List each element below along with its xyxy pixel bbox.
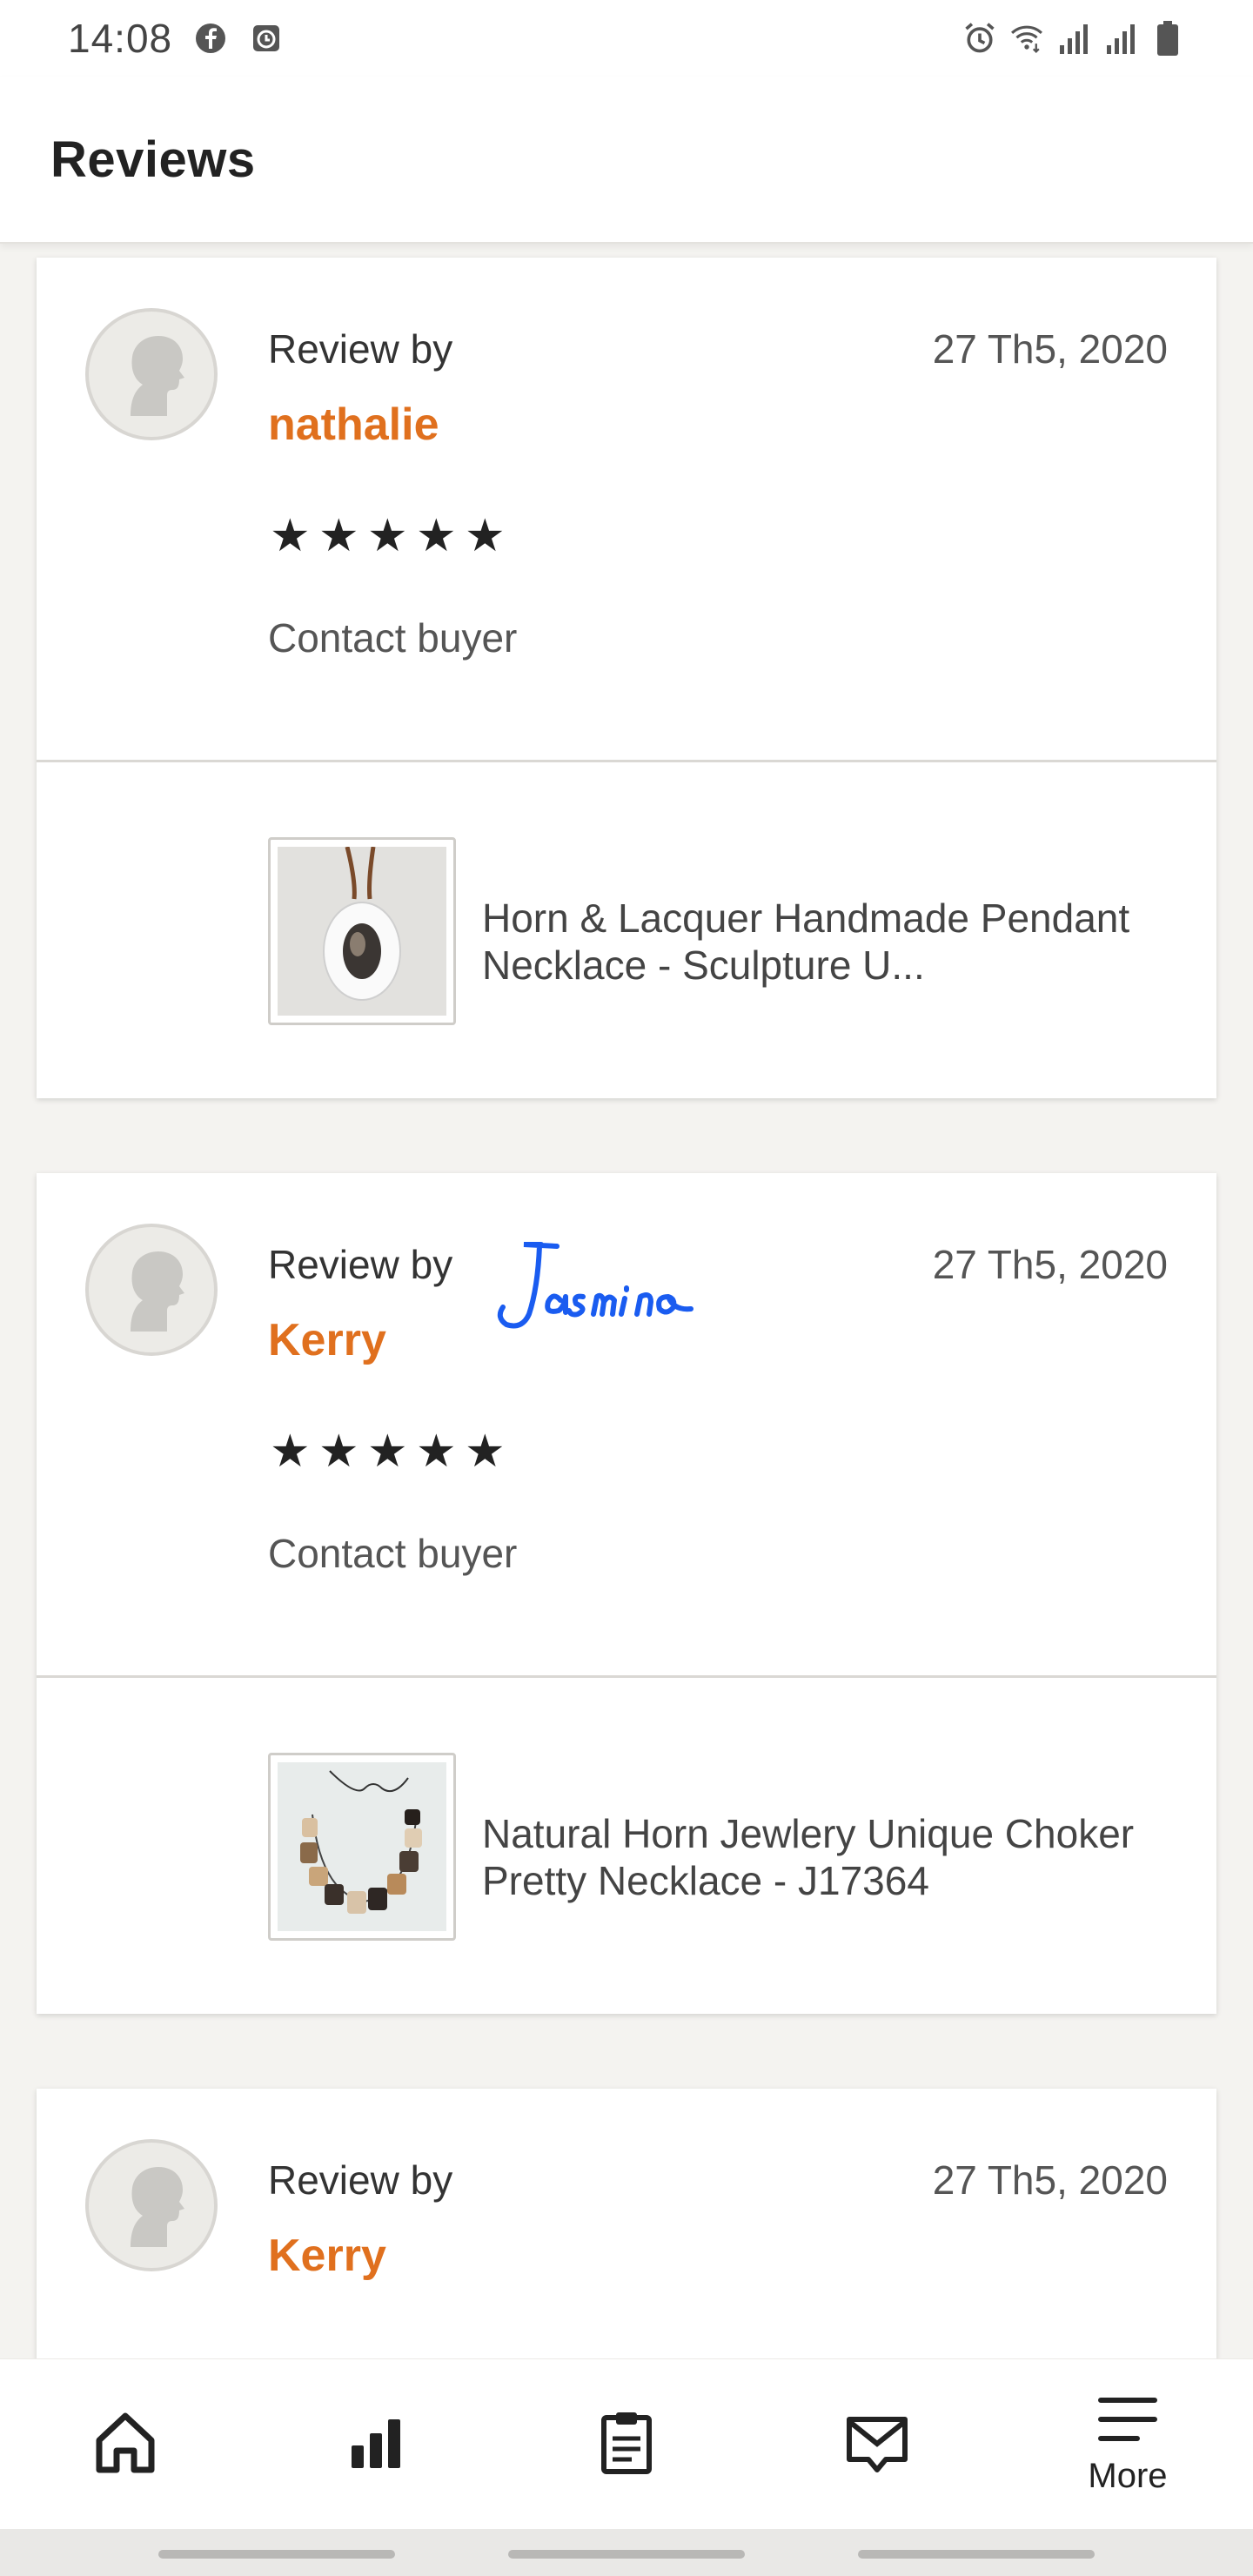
avatar[interactable] <box>85 1224 218 1356</box>
star-icon: ★ <box>318 1426 359 1477</box>
menu-icon <box>1097 2393 1158 2450</box>
signal-2-icon <box>1103 21 1138 56</box>
reviewed-product[interactable]: Horn & Lacquer Handmade Pendant Necklace… <box>37 762 1216 1098</box>
review-by-label: Review by <box>268 326 453 372</box>
reviewed-product[interactable]: Natural Horn Jewlery Unique Choker Prett… <box>37 1678 1216 2014</box>
product-thumbnail[interactable] <box>268 1753 456 1941</box>
star-icon: ★ <box>416 511 457 561</box>
reviewer-name[interactable]: Kerry <box>268 1314 386 1366</box>
reviews-list[interactable]: Review by nathalie 27 Th5, 2020 ★ ★ ★ ★ … <box>0 245 1253 2360</box>
facebook-icon <box>193 21 228 56</box>
review-date: 27 Th5, 2020 <box>932 2157 1168 2203</box>
bottom-navigation: More <box>0 2358 1253 2529</box>
product-title[interactable]: Natural Horn Jewlery Unique Choker Prett… <box>482 1810 1169 1904</box>
star-icon: ★ <box>465 511 506 561</box>
nav-stats[interactable] <box>289 2359 463 2530</box>
avatar[interactable] <box>85 308 218 440</box>
review-header: Review by Kerry 27 Th5, 2020 <box>37 2089 1216 2360</box>
review-card: Review by nathalie 27 Th5, 2020 ★ ★ ★ ★ … <box>37 258 1216 1098</box>
reviewer-name[interactable]: Kerry <box>268 2230 386 2282</box>
avatar[interactable] <box>85 2139 218 2271</box>
review-header: Review by Kerry 27 Th5, 2020 ★ ★ ★ ★ ★ C… <box>37 1173 1216 1678</box>
reviewer-name[interactable]: nathalie <box>268 399 439 451</box>
star-icon: ★ <box>416 1426 457 1477</box>
review-card: Review by Kerry 27 Th5, 2020 <box>37 2089 1216 2360</box>
battery-icon <box>1150 21 1185 56</box>
nav-more-label: More <box>1088 2456 1168 2495</box>
gesture-pill-right[interactable] <box>858 2550 1095 2559</box>
contact-buyer-link[interactable]: Contact buyer <box>268 614 517 661</box>
stats-icon <box>341 2407 411 2481</box>
status-bar: 14:08 <box>0 0 1253 77</box>
star-icon: ★ <box>270 511 311 561</box>
gesture-pill-center[interactable] <box>508 2550 745 2559</box>
nav-orders[interactable] <box>539 2359 714 2530</box>
app-header: Reviews <box>0 77 1253 244</box>
review-date: 27 Th5, 2020 <box>932 1242 1168 1287</box>
page-title: Reviews <box>50 131 256 188</box>
signal-1-icon <box>1056 21 1091 56</box>
gesture-pill-left[interactable] <box>158 2550 395 2559</box>
review-by-label: Review by <box>268 2157 453 2203</box>
star-icon: ★ <box>367 1426 408 1477</box>
star-rating: ★ ★ ★ ★ ★ <box>270 510 506 562</box>
status-time: 14:08 <box>68 16 173 61</box>
review-card: Review by Kerry 27 Th5, 2020 ★ ★ ★ ★ ★ C… <box>37 1173 1216 2014</box>
star-icon: ★ <box>465 1426 506 1477</box>
star-icon: ★ <box>367 511 408 561</box>
orders-clipboard-icon <box>592 2407 661 2481</box>
review-header: Review by nathalie 27 Th5, 2020 ★ ★ ★ ★ … <box>37 258 1216 762</box>
product-title[interactable]: Horn & Lacquer Handmade Pendant Necklace… <box>482 895 1169 989</box>
nav-home[interactable] <box>38 2359 212 2530</box>
nav-messages[interactable] <box>790 2359 964 2530</box>
home-icon <box>90 2407 160 2481</box>
review-by-label: Review by <box>268 1242 453 1287</box>
messages-icon <box>842 2407 912 2481</box>
star-rating: ★ ★ ★ ★ ★ <box>270 1426 506 1478</box>
alarm-icon <box>962 21 997 56</box>
star-icon: ★ <box>270 1426 311 1477</box>
contact-buyer-link[interactable]: Contact buyer <box>268 1530 517 1577</box>
signature-overlay <box>489 1227 837 1349</box>
product-thumbnail[interactable] <box>268 837 456 1025</box>
star-icon: ★ <box>318 511 359 561</box>
review-date: 27 Th5, 2020 <box>932 326 1168 372</box>
clock-app-icon <box>249 21 284 56</box>
nav-more[interactable]: More <box>1041 2359 1215 2530</box>
system-gesture-bar <box>0 2529 1253 2576</box>
wifi-icon <box>1009 21 1044 56</box>
